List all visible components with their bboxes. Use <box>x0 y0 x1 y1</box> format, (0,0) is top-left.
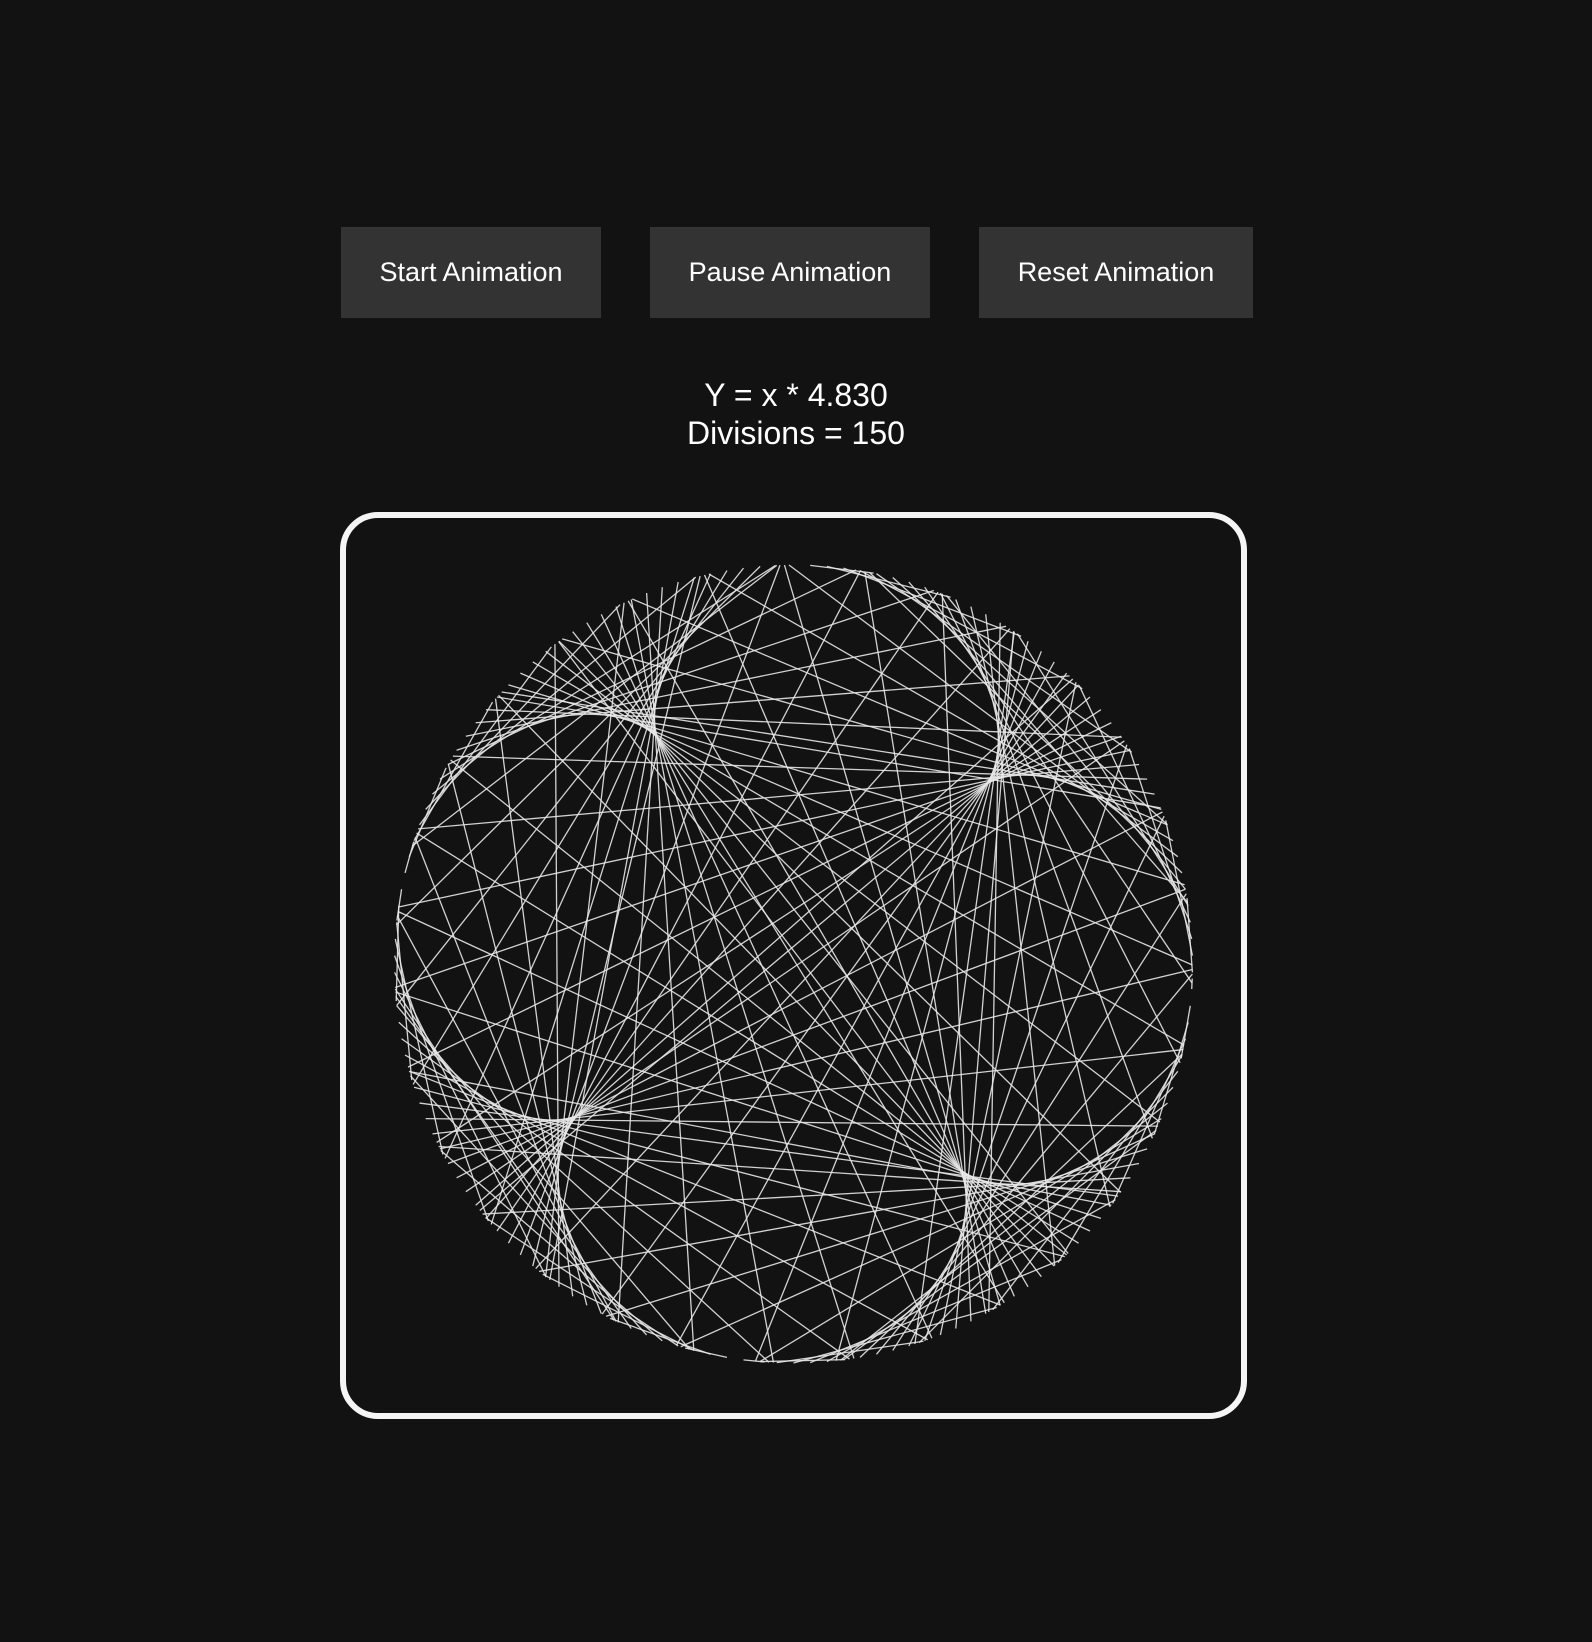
chord-line <box>1153 1022 1189 1135</box>
chord-line <box>600 614 933 1339</box>
divisions-text: Divisions = 150 <box>687 415 905 451</box>
chord-line <box>1165 820 1194 956</box>
formula-text: Y = x * 4.830 <box>704 377 888 413</box>
chord-line <box>793 1306 997 1364</box>
chord-line <box>465 740 1125 1193</box>
chord-line <box>680 1133 1155 1348</box>
reset-animation-button[interactable]: Reset Animation <box>979 227 1253 318</box>
chord-line <box>941 593 972 1322</box>
chord-line <box>754 651 1042 1362</box>
chord-line <box>394 972 547 1278</box>
chord-line <box>396 889 403 921</box>
chord-line <box>485 1217 679 1347</box>
animation-controls: Start Animation Pause Animation Reset An… <box>0 227 1592 318</box>
chord-line <box>520 672 1193 966</box>
chord-line <box>411 564 778 847</box>
chord-line <box>892 577 1168 826</box>
chord-line <box>1128 748 1193 940</box>
chord-line <box>1057 1054 1183 1263</box>
chord-line <box>447 763 588 1306</box>
chord-line <box>1016 633 1189 907</box>
chord-line <box>876 573 1133 753</box>
chord-line <box>450 759 1068 1256</box>
chord-line <box>404 841 415 874</box>
chord-line <box>809 1259 1062 1364</box>
chord-line <box>393 955 489 1222</box>
chord-line <box>985 614 1056 1266</box>
chord-line <box>609 1317 711 1355</box>
chord-line <box>507 570 861 1244</box>
chord-line <box>496 591 939 1232</box>
chord-line <box>425 604 621 810</box>
chord-line <box>810 564 874 574</box>
chord-line <box>1191 978 1193 990</box>
chord-line <box>535 684 1080 1269</box>
chord-line <box>840 1102 1168 1361</box>
chord-line <box>675 661 1055 1346</box>
start-animation-button[interactable]: Start Animation <box>341 227 601 318</box>
times-table-drawing <box>393 564 1194 1364</box>
drawing-canvas <box>340 512 1247 1419</box>
chord-line <box>418 646 552 826</box>
pause-animation-button[interactable]: Pause Animation <box>650 227 930 318</box>
chord-line <box>498 694 1055 1267</box>
parameter-readout: Y = x * 4.830 Divisions = 150 <box>0 376 1592 452</box>
